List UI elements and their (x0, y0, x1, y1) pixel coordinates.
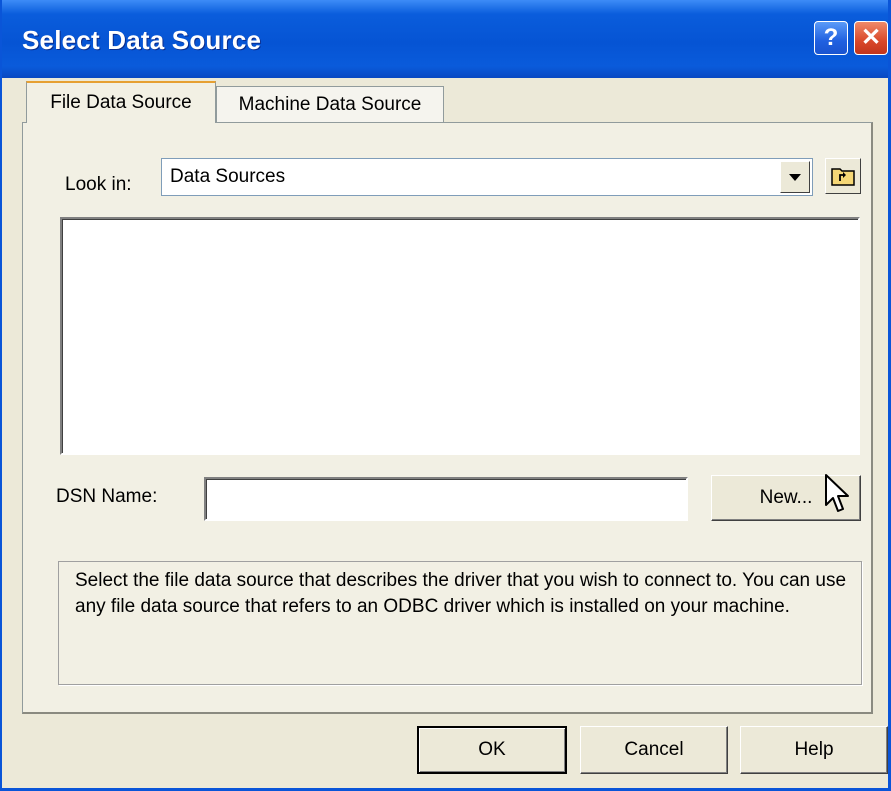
tab-file-data-source[interactable]: File Data Source (26, 81, 216, 123)
tab-machine-data-source[interactable]: Machine Data Source (216, 86, 444, 122)
window-title: Select Data Source (22, 25, 262, 55)
cancel-button-label: Cancel (624, 739, 684, 760)
look-in-value: Data Sources (170, 166, 286, 187)
dsn-name-input[interactable] (204, 477, 688, 521)
new-button-label: New... (759, 487, 813, 508)
close-icon: ✕ (860, 24, 882, 51)
description-box: Select the file data source that describ… (58, 561, 862, 685)
ok-button-label: OK (478, 739, 506, 760)
file-data-source-panel: Look in: Data Sources DSN Name: New... S… (22, 122, 873, 714)
title-close-button[interactable]: ✕ (854, 21, 888, 55)
tab-label: File Data Source (50, 92, 192, 113)
look-in-label: Look in: (65, 174, 132, 195)
look-in-combobox[interactable]: Data Sources (161, 158, 813, 196)
tab-label: Machine Data Source (238, 93, 422, 115)
select-data-source-dialog: Select Data Source ? ✕ File Data Source … (0, 0, 891, 791)
look-in-dropdown-button[interactable] (780, 161, 810, 193)
chevron-down-icon (789, 173, 801, 181)
ok-button[interactable]: OK (417, 726, 567, 774)
help-button[interactable]: Help (740, 726, 888, 774)
title-bar[interactable]: Select Data Source ? ✕ (2, 0, 888, 78)
file-list[interactable] (60, 217, 860, 455)
dsn-name-label: DSN Name: (56, 486, 158, 507)
description-text: Select the file data source that describ… (75, 570, 847, 617)
question-mark-icon: ? (823, 24, 839, 51)
up-one-level-button[interactable] (825, 158, 861, 194)
help-button-label: Help (794, 739, 834, 760)
mouse-pointer-icon (825, 474, 849, 512)
cancel-button[interactable]: Cancel (580, 726, 728, 774)
up-one-level-folder-icon (831, 168, 855, 186)
title-help-button[interactable]: ? (814, 21, 848, 55)
